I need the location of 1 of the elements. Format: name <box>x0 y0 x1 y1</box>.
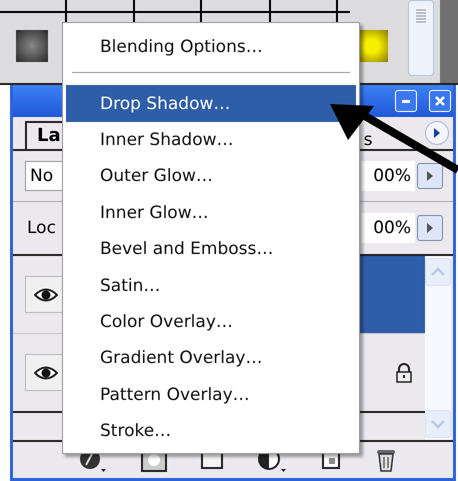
lock-label: Loc <box>26 218 57 238</box>
